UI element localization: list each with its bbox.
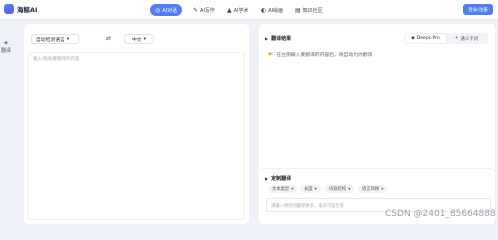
chat-icon: ◎ — [155, 6, 161, 14]
chevron-down-icon: ▾ — [381, 186, 384, 192]
chip-length[interactable]: 长度 ▾ — [300, 185, 321, 193]
whale-logo-icon — [4, 4, 14, 14]
top-bar: 海鲸AI ◎ AI对话 ✎ AI写作 ▲ AI学术 ◐ AI绘画 ▤ 知识社区 … — [0, 0, 498, 20]
brand-logo[interactable]: 海鲸AI — [4, 4, 37, 14]
engine-label: 通义千问 — [460, 36, 479, 42]
rail-label: 翻译 — [0, 48, 11, 54]
chip-content-structure[interactable]: 内容结构 ▾ — [325, 185, 355, 193]
nav-item-ai-chat[interactable]: ◎ AI对话 — [150, 4, 183, 16]
swap-languages-icon[interactable]: ⇄ — [106, 35, 111, 42]
chevron-down-icon: ▾ — [66, 36, 70, 42]
engine-label: DeepL-Pro — [416, 36, 440, 41]
custom-title-text: 定制翻译 — [271, 176, 292, 182]
csdn-watermark: CSDN @2401_85664888 — [385, 209, 496, 219]
book-icon: ▤ — [295, 6, 301, 14]
nav-label: 知识社区 — [302, 7, 323, 14]
chip-language-style[interactable]: 语言风格 ▾ — [358, 185, 388, 193]
graduation-cap-icon: ▲ — [227, 6, 232, 14]
chip-label: 文本类型 — [272, 187, 290, 192]
nav-item-community[interactable]: ▤ 知识社区 — [290, 4, 328, 16]
caret-right-icon: ▶ — [265, 176, 269, 181]
pointing-hand-icon: ☛ — [268, 51, 274, 58]
chevron-down-icon: ▾ — [143, 36, 147, 42]
result-hint-text: 在左侧输入要翻译的内容后，将自动为你翻译 — [276, 53, 373, 58]
nav-item-ai-writing[interactable]: ✎ AI写作 — [188, 4, 220, 16]
chevron-down-icon: ▾ — [291, 186, 294, 192]
chip-label: 语言风格 — [362, 187, 380, 192]
palette-icon: ◐ — [261, 6, 267, 14]
qwen-icon: ✦ — [454, 36, 459, 41]
result-hint: ☛ 在左侧输入要翻译的内容后，将自动为你翻译 — [268, 51, 372, 58]
nav-item-ai-academic[interactable]: ▲ AI学术 — [222, 4, 254, 16]
deepl-icon: ◆ — [411, 36, 415, 41]
engine-switcher: ◆ DeepL-Pro ✦ 通义千问 — [404, 33, 488, 44]
chip-label: 内容结构 — [329, 187, 347, 192]
engine-option-qwen[interactable]: ✦ 通义千问 — [446, 34, 487, 43]
chevron-down-icon: ▾ — [348, 186, 351, 192]
caret-right-icon: ▶ — [265, 36, 269, 41]
source-text-placeholder: 输入/粘贴要翻译的内容 — [33, 57, 80, 62]
nav-label: AI写作 — [200, 7, 215, 14]
pen-icon: ✎ — [193, 6, 199, 14]
nav-label: AI学术 — [233, 7, 249, 14]
nav-label: AI绘画 — [268, 7, 284, 14]
engine-option-deepl[interactable]: ◆ DeepL-Pro — [405, 34, 446, 43]
custom-requirement-placeholder: 请输入特别的翻译要求，或许可留空等 — [271, 204, 345, 209]
result-title-text: 翻译结果 — [271, 36, 292, 42]
nav-label: AI对话 — [162, 7, 178, 14]
source-language-select[interactable]: 自动检测语言 ▾ — [31, 34, 79, 44]
side-rail-translate[interactable]: ◈ 翻译 — [0, 40, 12, 54]
source-language-value: 自动检测语言 — [36, 37, 65, 43]
source-text-input[interactable]: 输入/粘贴要翻译的内容 — [28, 52, 245, 220]
brand-name: 海鲸AI — [17, 6, 38, 14]
chevron-down-icon: ▾ — [314, 186, 317, 192]
source-panel: 自动检测语言 ▾ ⇄ 中文 ▾ 输入/粘贴要翻译的内容 — [24, 24, 249, 224]
translate-icon: ◈ — [4, 40, 8, 46]
target-language-select[interactable]: 中文 ▾ — [124, 34, 154, 44]
result-panel — [259, 24, 495, 174]
custom-section-title[interactable]: ▶ 定制翻译 — [265, 175, 291, 182]
chip-label: 长度 — [304, 187, 313, 192]
login-register-button[interactable]: 登录/注册 — [463, 4, 493, 15]
result-section-title[interactable]: ▶ 翻译结果 — [265, 35, 291, 42]
chip-text-type[interactable]: 文本类型 ▾ — [268, 185, 298, 193]
nav-item-ai-painting[interactable]: ◐ AI绘画 — [256, 4, 288, 16]
target-language-value: 中文 — [131, 37, 142, 43]
